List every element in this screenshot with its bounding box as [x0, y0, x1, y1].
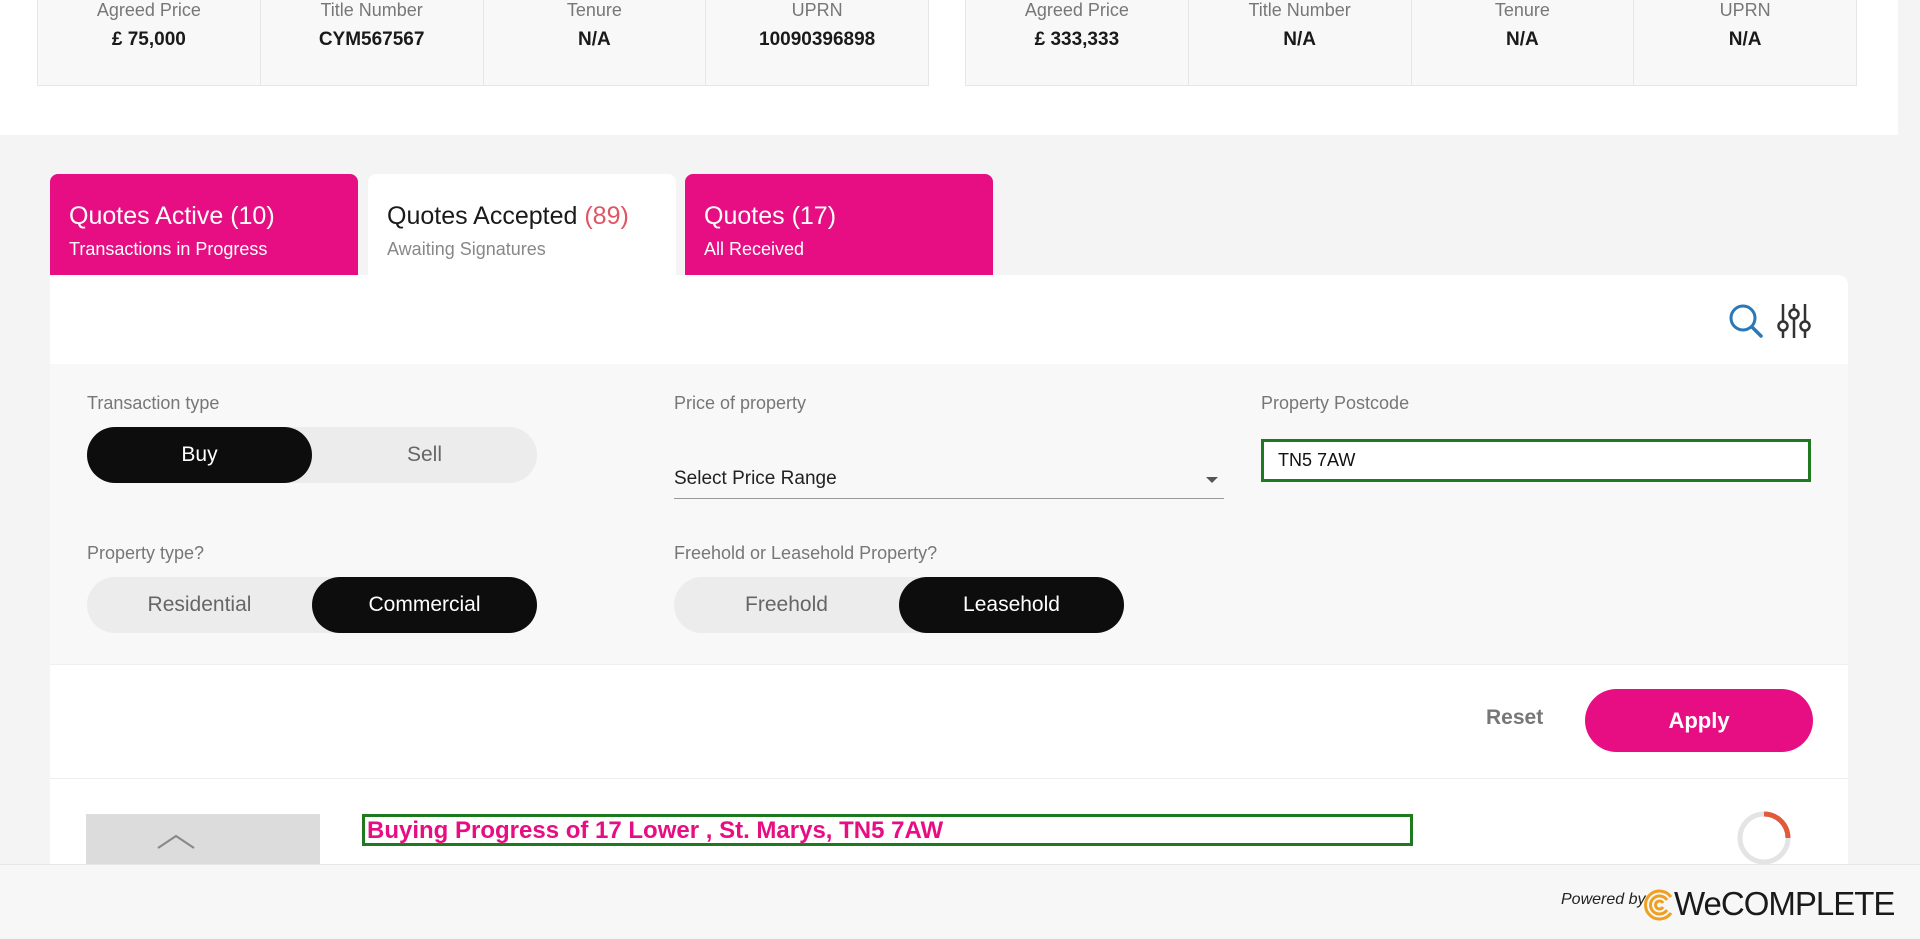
field-value: N/A	[1506, 29, 1539, 50]
field-label: UPRN	[791, 0, 843, 20]
field-value: N/A	[1283, 29, 1316, 50]
toggle-option-commercial[interactable]: Commercial	[312, 577, 537, 633]
uprn-cell: UPRN 10090396898	[706, 0, 928, 85]
tab-title: Quotes (17)	[704, 201, 974, 231]
tab-count: (17)	[791, 202, 837, 230]
property-type-toggle: Residential Commercial	[87, 577, 537, 633]
tab-title-text: Quotes Active	[69, 202, 224, 230]
result-title: Buying Progress of 17 Lower , St. Marys,…	[367, 817, 944, 844]
uprn-cell: UPRN N/A	[1634, 0, 1856, 85]
tab-title-text: Quotes Accepted	[387, 202, 578, 230]
tab-quotes-accepted[interactable]: Quotes Accepted (89) Awaiting Signatures	[368, 174, 676, 275]
transaction-type-toggle: Buy Sell	[87, 427, 537, 483]
postcode-label: Property Postcode	[1261, 393, 1410, 413]
property-card-2: Agreed Price £ 333,333 Title Number N/A …	[965, 0, 1857, 86]
field-label: Title Number	[320, 0, 423, 20]
panel-toolbar	[50, 275, 1848, 364]
toggle-option-buy[interactable]: Buy	[87, 427, 312, 483]
tab-subtitle: Awaiting Signatures	[387, 239, 546, 259]
tab-quotes[interactable]: Quotes (17) All Received	[685, 174, 993, 275]
field-label: Title Number	[1248, 0, 1351, 20]
field-label: Agreed Price	[96, 0, 201, 20]
field-value: £ 75,000	[111, 29, 186, 50]
filter-form: Transaction type Buy Sell Price of prope…	[50, 364, 1848, 664]
field-label: Tenure	[1494, 0, 1550, 20]
property-type-label: Property type?	[87, 543, 205, 563]
toggle-option-freehold[interactable]: Freehold	[674, 577, 899, 633]
progress-ring-icon	[1737, 811, 1791, 865]
toggle-option-leasehold[interactable]: Leasehold	[899, 577, 1124, 633]
wecomplete-logo-icon	[1644, 889, 1673, 921]
tenure-question-label: Freehold or Leasehold Property?	[674, 543, 938, 563]
tenure-cell: Tenure N/A	[484, 0, 707, 85]
tab-count: (89)	[584, 202, 629, 230]
tab-count: (10)	[230, 202, 275, 230]
tab-subtitle: Transactions in Progress	[69, 239, 268, 259]
powered-by-text: Powered by	[1561, 891, 1646, 908]
field-value: £ 333,333	[1034, 29, 1120, 50]
title-number-cell: Title Number CYM567567	[261, 0, 484, 85]
title-number-cell: Title Number N/A	[1189, 0, 1412, 85]
sliders-icon[interactable]	[1775, 302, 1813, 340]
field-label: Tenure	[566, 0, 622, 20]
postcode-input[interactable]	[1261, 439, 1811, 482]
brand-name: WeCOMPLETE	[1674, 885, 1895, 922]
tenure-toggle: Freehold Leasehold	[674, 577, 1124, 633]
tab-title-text: Quotes	[704, 202, 785, 230]
price-range-select[interactable]: Select Price Range	[674, 458, 1224, 499]
tab-title: Quotes Accepted (89)	[387, 201, 657, 231]
property-summary-band: Agreed Price £ 75,000 Title Number CYM56…	[0, 0, 1898, 135]
house-icon	[157, 834, 195, 849]
field-label: UPRN	[1719, 0, 1771, 20]
result-title-box[interactable]: Buying Progress of 17 Lower , St. Marys,…	[362, 814, 1413, 846]
field-value: CYM567567	[318, 29, 425, 50]
price-label: Price of property	[674, 393, 807, 413]
quotes-panel: Transaction type Buy Sell Price of prope…	[50, 275, 1848, 937]
chevron-down-icon	[1206, 477, 1218, 483]
toggle-option-residential[interactable]: Residential	[87, 577, 312, 633]
transaction-type-label: Transaction type	[87, 393, 220, 413]
search-icon[interactable]	[1727, 302, 1765, 340]
apply-button[interactable]: Apply	[1585, 689, 1813, 752]
tab-subtitle: All Received	[704, 239, 805, 259]
tab-quotes-active[interactable]: Quotes Active (10) Transactions in Progr…	[50, 174, 358, 275]
field-value: N/A	[578, 29, 611, 50]
tab-title: Quotes Active (10)	[69, 201, 339, 231]
field-value: 10090396898	[759, 29, 876, 50]
footer: Powered by WeCOMPLETE	[0, 864, 1920, 938]
property-card-1: Agreed Price £ 75,000 Title Number CYM56…	[37, 0, 929, 86]
price-range-value: Select Price Range	[674, 468, 837, 489]
field-value: N/A	[1728, 29, 1762, 50]
reset-button[interactable]: Reset	[1480, 705, 1549, 731]
agreed-price-cell: Agreed Price £ 75,000	[38, 0, 261, 85]
filter-actions: Reset Apply	[50, 664, 1848, 778]
tenure-cell: Tenure N/A	[1412, 0, 1635, 85]
agreed-price-cell: Agreed Price £ 333,333	[966, 0, 1189, 85]
toggle-option-sell[interactable]: Sell	[312, 427, 537, 483]
field-label: Agreed Price	[1024, 0, 1129, 20]
